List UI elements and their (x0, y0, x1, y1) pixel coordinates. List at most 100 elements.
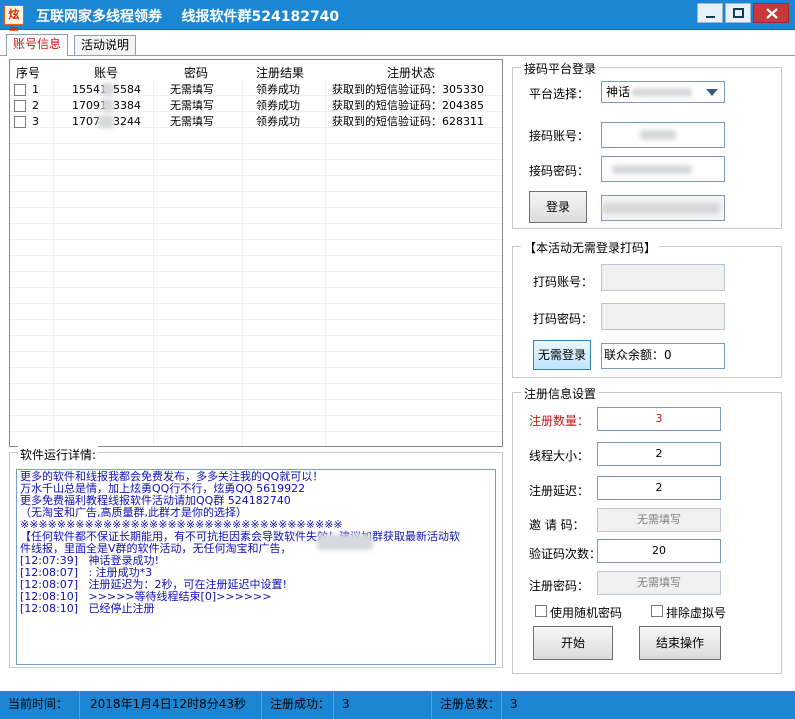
list-gridlines (10, 80, 502, 446)
sms-status-field (601, 195, 725, 221)
header-status[interactable]: 注册状态 (387, 64, 435, 81)
register-password-input[interactable]: 无需填写 (597, 571, 721, 595)
register-count-label: 注册数量： (529, 414, 590, 428)
table-row[interactable]: 2 17091 3384 无需填写 领券成功 获取到的短信验证码：204385 (10, 98, 502, 114)
platform-value: 神话 (606, 85, 631, 99)
invite-code-label: 邀 请 码： (529, 518, 585, 532)
blurred-region (612, 165, 692, 174)
row-result: 领券成功 (256, 99, 300, 112)
table-row[interactable]: 1 15541 5584 无需填写 领券成功 获取到的短信验证码：305330 (10, 82, 502, 98)
invite-code-input[interactable]: 无需填写 (597, 508, 721, 532)
tab-account-info[interactable]: 账号信息 (6, 34, 69, 56)
captcha-account-input[interactable] (601, 264, 725, 291)
captcha-balance: 联众余额：0 (601, 343, 725, 369)
register-password-label: 注册密码： (529, 579, 590, 593)
register-delay-input[interactable]: 2 (597, 476, 721, 500)
row-checkbox[interactable] (14, 84, 26, 96)
total-label: 注册总数： (432, 691, 502, 719)
sms-platform-title: 接码平台登录 (521, 60, 600, 77)
captcha-password-label: 打码密码： (533, 312, 594, 326)
row-status: 获取到的短信验证码：305330 (332, 83, 484, 96)
success-value: 3 (334, 691, 432, 719)
sms-password-label: 接码密码： (529, 164, 590, 178)
blurred-region (317, 534, 373, 550)
tab-activity-info[interactable]: 活动说明 (74, 35, 137, 56)
total-value: 3 (510, 697, 518, 711)
stop-button[interactable]: 结束操作 (639, 626, 721, 660)
header-index[interactable]: 序号 (16, 64, 40, 81)
title-bar[interactable]: 炫勇 互联网家多线程领券 线报软件群524182740 (0, 0, 795, 39)
close-button[interactable] (753, 3, 789, 23)
register-delay-label: 注册延迟： (529, 484, 590, 498)
blurred-region (98, 115, 114, 128)
maximize-button[interactable] (725, 3, 751, 23)
exclude-virtual-checkbox[interactable] (651, 605, 663, 617)
captcha-password-input[interactable] (601, 303, 725, 330)
account-list[interactable]: 序号 账号 密码 注册结果 注册状态 1 15541 5584 无需填写 领券成… (9, 59, 503, 447)
no-login-button[interactable]: 无需登录 (533, 340, 591, 370)
time-value: 2018年1月4日12时8分43秒 (80, 691, 262, 719)
start-button[interactable]: 开始 (533, 626, 613, 660)
sms-account-input[interactable] (601, 122, 725, 148)
log-line: [12:08:10] 已经停止注册 (20, 602, 155, 615)
row-result: 领券成功 (256, 115, 300, 128)
row-account-suffix: 3384 (113, 99, 141, 112)
row-account-suffix: 5584 (113, 83, 141, 96)
list-header: 序号 账号 密码 注册结果 注册状态 (10, 60, 502, 80)
register-count-input[interactable]: 3 (597, 407, 721, 431)
row-checkbox[interactable] (14, 100, 26, 112)
row-status: 获取到的短信验证码：204385 (332, 99, 484, 112)
row-password: 无需填写 (170, 115, 214, 128)
row-index: 3 (32, 115, 39, 128)
row-account-suffix: 3244 (113, 115, 141, 128)
blurred-region (602, 203, 720, 214)
row-index: 1 (32, 83, 39, 96)
time-label: 当前时间： (0, 691, 80, 719)
sms-platform-group: 接码平台登录 平台选择： 神话 接码账号： 接码密码： 登录 (512, 60, 782, 229)
blurred-region (640, 130, 676, 140)
sms-login-button[interactable]: 登录 (529, 191, 587, 223)
status-bar: 当前时间： 2018年1月4日12时8分43秒 注册成功： 3 注册总数： 3 (0, 691, 795, 719)
captcha-title: 【本活动无需登录打码】 (521, 239, 660, 256)
platform-select[interactable]: 神话 (601, 81, 725, 103)
row-password: 无需填写 (170, 83, 214, 96)
header-password[interactable]: 密码 (184, 64, 208, 81)
log-title: 软件运行详情: (18, 446, 99, 463)
row-status: 获取到的短信验证码：628311 (332, 115, 484, 128)
success-label: 注册成功： (262, 691, 334, 719)
captcha-account-label: 打码账号： (533, 275, 594, 289)
row-password: 无需填写 (170, 99, 214, 112)
row-index: 2 (32, 99, 39, 112)
random-password-checkbox[interactable] (535, 605, 547, 617)
close-icon (766, 8, 778, 19)
header-result[interactable]: 注册结果 (256, 64, 304, 81)
log-group: 软件运行详情: 更多的软件和线报我都会免费发布，多多关注我的QQ就可以！ 万水千… (9, 446, 503, 668)
exclude-virtual-label[interactable]: 排除虚拟号 (666, 604, 726, 621)
platform-label: 平台选择： (529, 87, 590, 101)
window-title: 互联网家多线程领券 线报软件群524182740 (36, 9, 340, 25)
tab-strip: 账号信息 活动说明 (0, 31, 795, 56)
blurred-region (632, 88, 692, 97)
chevron-down-icon (706, 89, 718, 96)
log-output[interactable]: 更多的软件和线报我都会免费发布，多多关注我的QQ就可以！ 万水千山总是情，加上炫… (16, 469, 496, 665)
minimize-button[interactable] (697, 3, 723, 23)
minimize-icon (706, 16, 715, 18)
sms-password-input[interactable] (601, 156, 725, 182)
sms-attempts-input[interactable]: 20 (597, 539, 721, 563)
row-account-prefix: 1707 (72, 115, 100, 128)
table-row[interactable]: 3 1707 3244 无需填写 领券成功 获取到的短信验证码：628311 (10, 114, 502, 130)
thread-size-input[interactable]: 2 (597, 442, 721, 466)
registration-title: 注册信息设置 (521, 385, 600, 402)
thread-size-label: 线程大小： (529, 449, 590, 463)
sms-attempts-label: 验证码次数： (529, 547, 602, 561)
registration-group: 注册信息设置 注册数量： 3 线程大小： 2 注册延迟： 2 邀 请 码： 无需… (512, 385, 782, 674)
sms-account-label: 接码账号： (529, 129, 590, 143)
tab-divider (0, 55, 795, 56)
header-account[interactable]: 账号 (94, 64, 118, 81)
captcha-group: 【本活动无需登录打码】 打码账号： 打码密码： 无需登录 联众余额：0 (512, 239, 782, 378)
app-icon: 炫勇 (4, 5, 24, 39)
row-result: 领券成功 (256, 83, 300, 96)
maximize-icon (733, 8, 744, 18)
random-password-label[interactable]: 使用随机密码 (550, 604, 622, 621)
row-checkbox[interactable] (14, 116, 26, 128)
